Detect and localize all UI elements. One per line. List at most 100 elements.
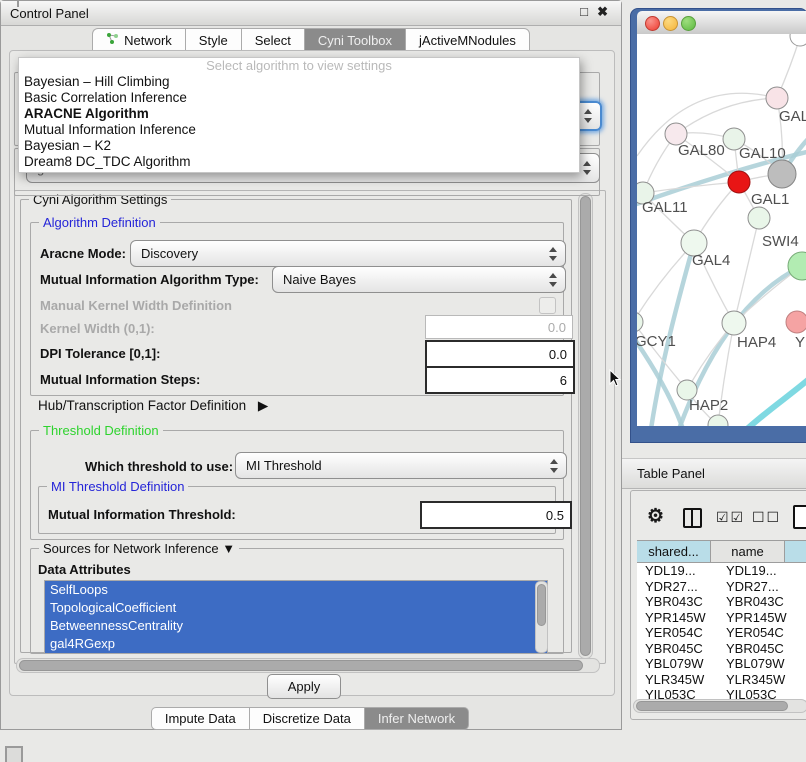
- attribute-item-gal4rgexp[interactable]: gal4RGexp: [45, 635, 547, 653]
- bottom-tab-infer-network[interactable]: Infer Network: [364, 707, 469, 730]
- split-columns-icon[interactable]: [683, 508, 702, 528]
- tab-cyni-toolbox[interactable]: Cyni Toolbox: [304, 28, 405, 52]
- table-cell[interactable]: YBR045C: [637, 641, 718, 657]
- manual-kernel-checkbox[interactable]: [539, 297, 556, 314]
- network-node-swi4[interactable]: [788, 252, 806, 280]
- mi-algorithm-type-combobox[interactable]: Naive Bayes: [272, 266, 566, 293]
- table-cell[interactable]: YBL079W: [718, 656, 799, 672]
- network-node[interactable]: [708, 415, 728, 426]
- aracne-mode-combobox[interactable]: Discovery: [130, 240, 566, 267]
- table-cell[interactable]: YBR043C: [718, 594, 799, 610]
- table-cell[interactable]: 9.: [799, 672, 806, 688]
- network-canvas[interactable]: GAL7GAL80GAL10GAL1GAL11GAL4SWI4GCY1HAP4Y…: [637, 34, 806, 426]
- float-window-button[interactable]: □: [580, 4, 588, 19]
- table-cell[interactable]: YPR145W: [718, 610, 799, 626]
- network-node-gal1[interactable]: [728, 171, 750, 193]
- scrollbar-thumb[interactable]: [580, 196, 591, 656]
- panel-grip-icon[interactable]: [5, 746, 23, 762]
- which-threshold-combobox[interactable]: MI Threshold: [235, 452, 567, 479]
- checked-columns-icon[interactable]: ☑☑: [716, 509, 745, 526]
- attribute-item-betweennesscentrality[interactable]: BetweennessCentrality: [45, 617, 547, 635]
- table-cell[interactable]: [799, 594, 806, 610]
- dropdown-item-bayesian-hill-climbing[interactable]: Bayesian – Hill Climbing: [19, 74, 579, 90]
- close-window-button[interactable]: ✖: [597, 4, 608, 20]
- apply-button[interactable]: Apply: [267, 674, 341, 699]
- scrollbar-thumb[interactable]: [537, 584, 546, 626]
- table-cell[interactable]: YBR043C: [637, 594, 718, 610]
- kernel-width-field[interactable]: 0.0: [425, 315, 573, 339]
- close-traffic-light[interactable]: [645, 16, 660, 31]
- collapse-down-arrow-icon[interactable]: ▼: [222, 541, 235, 556]
- table-cell[interactable]: [799, 656, 806, 672]
- table-row[interactable]: YBR043CYBR043C: [637, 594, 806, 610]
- table-cell[interactable]: YER054C: [637, 625, 718, 641]
- attributes-list-scrollbar[interactable]: [535, 581, 548, 653]
- column-header-a[interactable]: A: [785, 540, 806, 563]
- network-node-y[interactable]: [786, 311, 806, 333]
- table-row[interactable]: YDR27...YDR27...12: [637, 579, 806, 595]
- tab-label: Cyni Toolbox: [318, 33, 392, 48]
- hub-definition-toggle[interactable]: Hub/Transcription Factor Definition ▶: [38, 398, 268, 414]
- network-node[interactable]: [768, 160, 796, 188]
- table-cell[interactable]: YLR345W: [718, 672, 799, 688]
- network-node-gcy1[interactable]: [637, 312, 643, 332]
- tab-label: Style: [199, 33, 228, 48]
- column-header-shared-[interactable]: shared...: [637, 540, 711, 563]
- table-row[interactable]: YBL079WYBL079W: [637, 656, 806, 672]
- table-row[interactable]: YPR145WYPR145W9.: [637, 610, 806, 626]
- minimize-traffic-light[interactable]: [663, 16, 678, 31]
- tab-style[interactable]: Style: [185, 28, 241, 52]
- attribute-item-selfloops[interactable]: SelfLoops: [45, 581, 547, 599]
- bottom-tab-impute-data[interactable]: Impute Data: [151, 707, 249, 730]
- table-cell[interactable]: YPR145W: [637, 610, 718, 626]
- scrollbar-thumb[interactable]: [19, 660, 583, 671]
- dropdown-item-bayesian-k2[interactable]: Bayesian – K2: [19, 138, 579, 154]
- table-cell[interactable]: YDR27...: [637, 579, 718, 595]
- zoom-traffic-light[interactable]: [681, 16, 696, 31]
- dropdown-item-dream8-dc-tdc-algorithm[interactable]: Dream8 DC_TDC Algorithm: [19, 154, 579, 170]
- table-cell[interactable]: 8.: [799, 625, 806, 641]
- table-horizontal-scrollbar[interactable]: [633, 699, 806, 713]
- dpi-tolerance-field[interactable]: 0.0: [425, 340, 575, 368]
- attribute-item-topologicalcoefficient[interactable]: TopologicalCoefficient: [45, 599, 547, 617]
- node-table: shared...nameA YDL19...YDL19...13YDR27..…: [637, 540, 806, 700]
- table-cell[interactable]: YDL19...: [637, 563, 718, 579]
- table-cell[interactable]: YDR27...: [718, 579, 799, 595]
- dropdown-item-mutual-information-inference[interactable]: Mutual Information Inference: [19, 122, 579, 138]
- network-node[interactable]: [790, 34, 806, 46]
- table-row[interactable]: YER054CYER054C8.: [637, 625, 806, 641]
- unchecked-columns-icon[interactable]: ☐☐: [752, 509, 781, 526]
- network-node-hap4[interactable]: [722, 311, 746, 335]
- tab-select[interactable]: Select: [241, 28, 304, 52]
- gear-icon[interactable]: ⚙: [647, 505, 664, 528]
- tab-jactivemnodules[interactable]: jActiveMNodules: [405, 28, 530, 52]
- network-node[interactable]: [748, 207, 770, 229]
- table-cell[interactable]: YBL079W: [637, 656, 718, 672]
- table-cell[interactable]: YER054C: [718, 625, 799, 641]
- tab-network[interactable]: Network: [92, 28, 185, 52]
- node-label: GAL10: [739, 145, 786, 162]
- expand-right-arrow-icon[interactable]: ▶: [258, 398, 268, 413]
- dropdown-item-basic-correlation-inference[interactable]: Basic Correlation Inference: [19, 90, 579, 106]
- mi-steps-field[interactable]: 6: [425, 366, 575, 394]
- settings-vertical-scrollbar[interactable]: [578, 193, 593, 659]
- column-header-name[interactable]: name: [711, 540, 785, 563]
- document-icon[interactable]: [793, 505, 806, 529]
- table-row[interactable]: YBR045CYBR045C9.: [637, 641, 806, 657]
- node-label: HAP4: [737, 334, 776, 351]
- scrollbar-thumb[interactable]: [636, 701, 788, 711]
- network-node-gal7[interactable]: [766, 87, 788, 109]
- table-row[interactable]: YLR345WYLR345W9.: [637, 672, 806, 688]
- table-cell[interactable]: 13: [799, 563, 806, 579]
- table-row[interactable]: YDL19...YDL19...13: [637, 563, 806, 579]
- table-cell[interactable]: 9.: [799, 641, 806, 657]
- table-cell[interactable]: YLR345W: [637, 672, 718, 688]
- table-cell[interactable]: 12: [799, 579, 806, 595]
- bottom-tab-discretize-data[interactable]: Discretize Data: [249, 707, 364, 730]
- table-cell[interactable]: YDL19...: [718, 563, 799, 579]
- dropdown-item-aracne-algorithm[interactable]: ARACNE Algorithm: [19, 106, 579, 122]
- table-cell[interactable]: YBR045C: [718, 641, 799, 657]
- mi-threshold-field[interactable]: 0.5: [420, 501, 572, 529]
- table-cell[interactable]: 9.: [799, 610, 806, 626]
- settings-horizontal-scrollbar[interactable]: [16, 658, 600, 673]
